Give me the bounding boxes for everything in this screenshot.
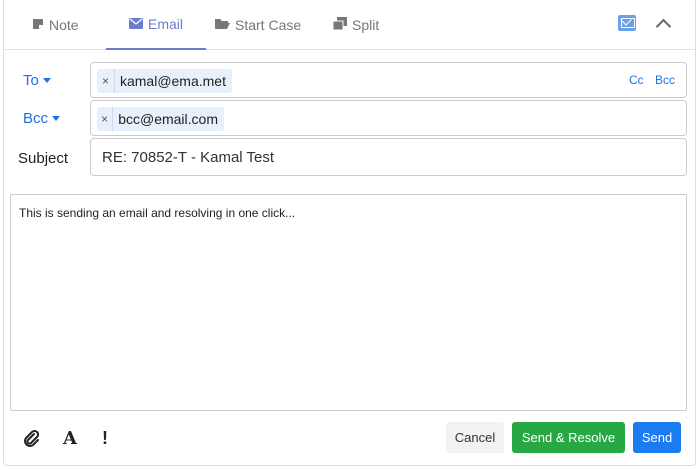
bcc-address: bcc@email.com bbox=[118, 111, 218, 127]
cc-link[interactable]: Cc bbox=[629, 73, 644, 87]
folder-icon bbox=[215, 17, 230, 33]
paperclip-icon[interactable] bbox=[22, 428, 40, 448]
subject-label: Subject bbox=[18, 150, 69, 167]
note-icon bbox=[32, 17, 44, 33]
tab-start-case-label: Start Case bbox=[235, 16, 302, 33]
envelope-icon bbox=[128, 16, 143, 32]
tab-note[interactable]: Note bbox=[32, 0, 79, 49]
send-button[interactable]: Send bbox=[633, 422, 681, 453]
to-label: To bbox=[23, 72, 39, 89]
to-dropdown[interactable]: To bbox=[23, 72, 51, 89]
bcc-link[interactable]: Bcc bbox=[655, 73, 675, 87]
cancel-button[interactable]: Cancel bbox=[446, 422, 504, 453]
font-icon[interactable]: A bbox=[60, 428, 80, 449]
remove-chip-button[interactable]: × bbox=[97, 107, 114, 131]
tab-note-label: Note bbox=[49, 16, 79, 33]
caret-down-icon bbox=[42, 78, 51, 83]
bcc-chip: × bcc@email.com bbox=[97, 107, 224, 131]
recipient-chip: × kamal@ema.met bbox=[97, 69, 232, 93]
chevron-up-icon[interactable] bbox=[656, 17, 670, 31]
message-body-text: This is sending an email and resolving i… bbox=[19, 206, 296, 220]
tab-split-label: Split bbox=[352, 16, 380, 33]
envelope-blue-icon[interactable] bbox=[618, 15, 636, 31]
bcc-field[interactable]: × bcc@email.com bbox=[90, 100, 687, 136]
compose-panel: Note Email Start Case Split To × kamal@e… bbox=[3, 0, 697, 466]
priority-icon[interactable]: ! bbox=[100, 428, 110, 448]
tab-bar: Note Email Start Case Split bbox=[4, 0, 697, 50]
subject-input[interactable]: RE: 70852-T - Kamal Test bbox=[90, 138, 687, 176]
caret-down-icon bbox=[52, 116, 61, 121]
remove-chip-button[interactable]: × bbox=[97, 69, 115, 93]
subject-value: RE: 70852-T - Kamal Test bbox=[102, 149, 275, 166]
tab-email-label: Email bbox=[147, 16, 183, 32]
bcc-label: Bcc bbox=[23, 110, 49, 127]
recipient-address: kamal@ema.met bbox=[119, 73, 226, 89]
split-icon bbox=[332, 16, 347, 33]
tab-split[interactable]: Split bbox=[332, 0, 380, 49]
to-field[interactable]: × kamal@ema.met Cc Bcc bbox=[90, 62, 687, 98]
tab-start-case[interactable]: Start Case bbox=[215, 0, 301, 49]
message-body-editor[interactable]: This is sending an email and resolving i… bbox=[10, 194, 687, 411]
tab-email[interactable]: Email bbox=[106, 0, 206, 50]
send-and-resolve-button[interactable]: Send & Resolve bbox=[512, 422, 625, 453]
bcc-dropdown[interactable]: Bcc bbox=[23, 110, 61, 127]
